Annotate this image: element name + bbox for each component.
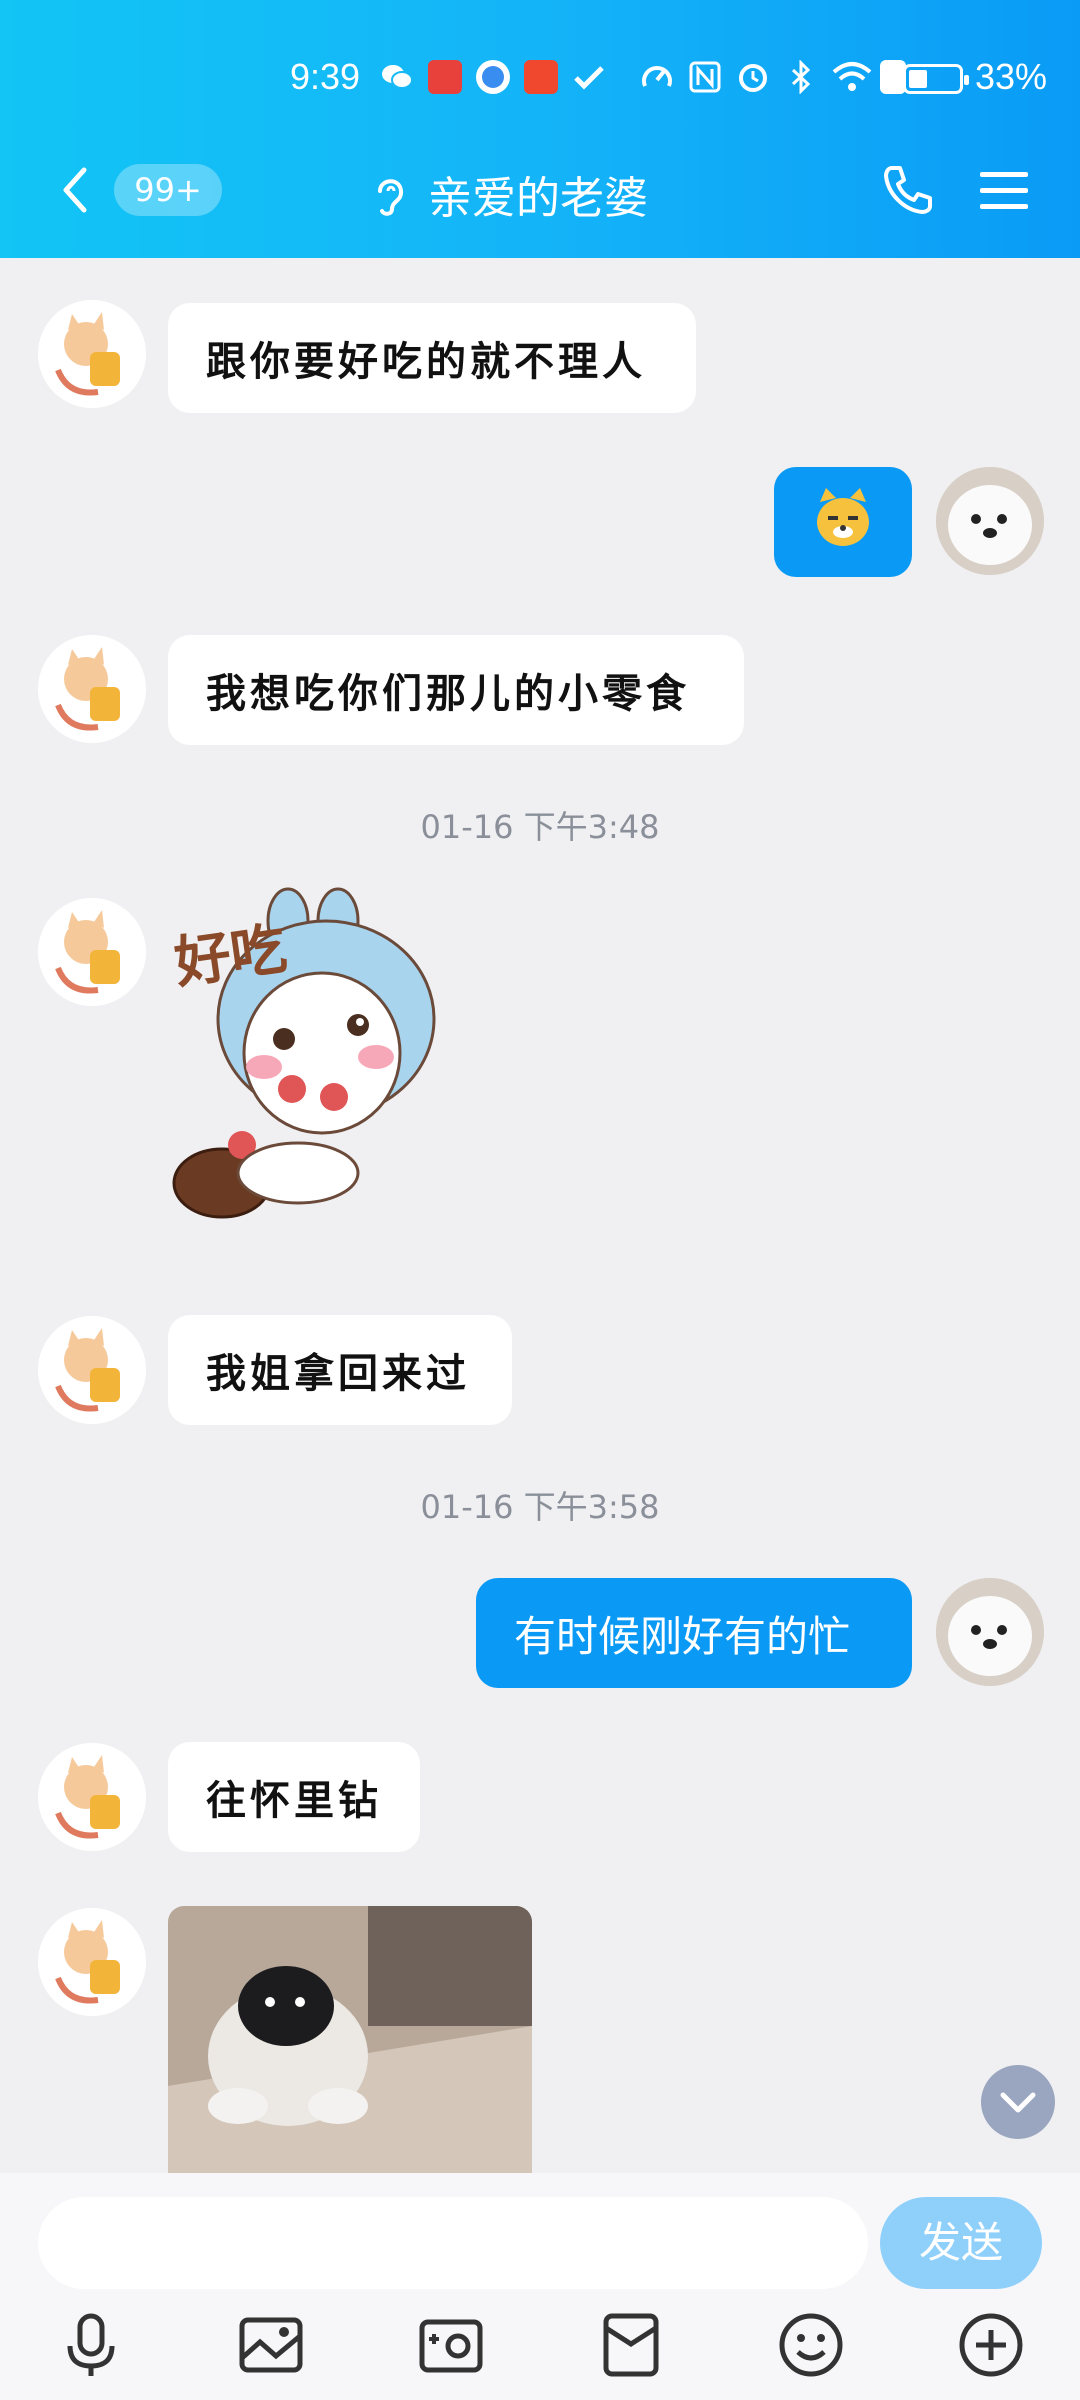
red-packet-icon[interactable] xyxy=(596,2310,666,2380)
chat-title: 亲爱的老婆 xyxy=(428,173,648,224)
camera-icon[interactable] xyxy=(416,2310,486,2380)
speed-icon xyxy=(640,60,674,94)
battery-percent: 33% xyxy=(975,56,1048,97)
wechat-icon xyxy=(380,60,414,94)
unread-badge[interactable]: 99+ xyxy=(114,164,222,216)
bluetooth-icon xyxy=(784,59,818,95)
contact-avatar[interactable] xyxy=(38,898,146,1006)
wifi-icon xyxy=(832,60,872,94)
emoji-icon[interactable] xyxy=(776,2310,846,2380)
my-avatar[interactable] xyxy=(936,1578,1044,1686)
send-button[interactable]: 发送 xyxy=(880,2197,1042,2289)
chat-title-group[interactable]: 亲爱的老婆 xyxy=(372,162,648,226)
composer: 发送 xyxy=(0,2173,1080,2290)
ear-icon xyxy=(372,171,408,217)
alarm-icon xyxy=(736,60,770,94)
image-message[interactable] xyxy=(168,1906,532,2173)
app-check-icon xyxy=(572,60,606,94)
contact-avatar[interactable] xyxy=(38,635,146,743)
chat-header: 9:39 33% 99+ 亲爱的老婆 xyxy=(0,0,1080,258)
cat-face-emoji-icon xyxy=(810,484,876,560)
system-icons xyxy=(640,59,906,95)
message-list[interactable]: 跟你要好吃的就不理人 我想吃你们那儿的小零食 01-16 下午3:48 好吃 我… xyxy=(0,258,1080,2173)
composer-toolbar xyxy=(0,2290,1080,2400)
message-bubble-outgoing[interactable] xyxy=(774,467,912,577)
app-orange-icon xyxy=(524,60,558,94)
message-bubble-incoming[interactable]: 跟你要好吃的就不理人 xyxy=(168,303,696,413)
battery-icon xyxy=(903,64,969,94)
menu-icon[interactable] xyxy=(978,168,1030,214)
contact-avatar[interactable] xyxy=(38,1316,146,1424)
status-bar: 9:39 33% xyxy=(0,50,1080,110)
message-bubble-incoming[interactable]: 我姐拿回来过 xyxy=(168,1315,512,1425)
gallery-icon[interactable] xyxy=(236,2310,306,2380)
phone-icon[interactable] xyxy=(882,164,934,216)
app-blue-icon xyxy=(476,60,510,94)
dog-photo xyxy=(168,1906,532,2173)
back-icon[interactable] xyxy=(56,164,96,216)
message-bubble-outgoing[interactable]: 有时候刚好有的忙 xyxy=(476,1578,912,1688)
contact-avatar[interactable] xyxy=(38,1908,146,2016)
sticker-caption: 好吃 xyxy=(170,915,291,997)
my-avatar[interactable] xyxy=(936,467,1044,575)
plus-icon[interactable] xyxy=(956,2310,1026,2380)
message-bubble-incoming[interactable]: 我想吃你们那儿的小零食 xyxy=(168,635,744,745)
status-time: 9:39 xyxy=(290,56,361,97)
timestamp: 01-16 下午3:58 xyxy=(420,1488,660,1526)
microphone-icon[interactable] xyxy=(56,2310,126,2380)
nfc-icon xyxy=(688,60,722,94)
contact-avatar[interactable] xyxy=(38,1743,146,1851)
notification-icons xyxy=(380,60,606,94)
message-bubble-incoming[interactable]: 往怀里钻 xyxy=(168,1742,420,1852)
scroll-to-bottom-button[interactable] xyxy=(981,2065,1055,2139)
sticker-message[interactable]: 好吃 xyxy=(168,883,538,1235)
contact-avatar[interactable] xyxy=(38,300,146,408)
nav-bar: 99+ 亲爱的老婆 xyxy=(0,150,1080,230)
app-red-icon xyxy=(428,60,462,94)
message-input[interactable] xyxy=(38,2197,868,2289)
timestamp: 01-16 下午3:48 xyxy=(420,808,660,846)
